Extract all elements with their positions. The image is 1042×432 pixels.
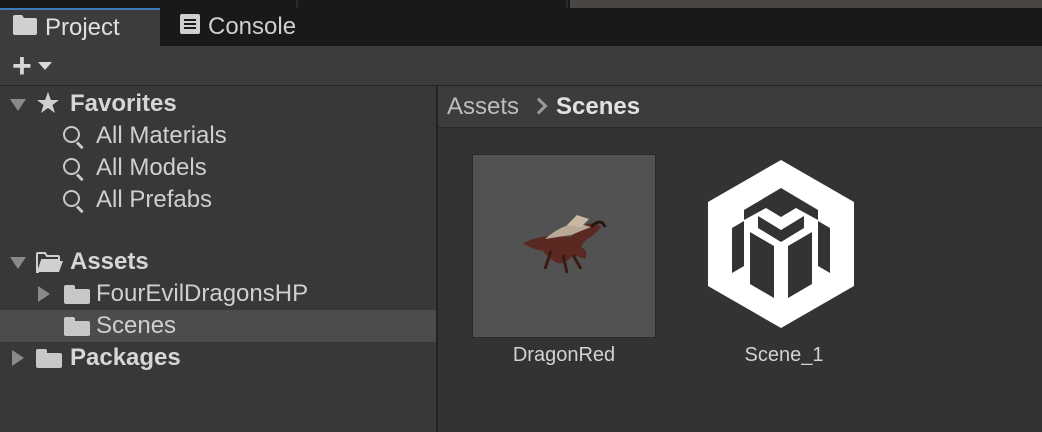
console-icon — [180, 13, 200, 41]
tree-item-foureveildragonshp[interactable]: FourEvilDragonsHP — [0, 278, 436, 310]
top-strip-separator — [566, 0, 568, 8]
create-dropdown-button[interactable]: + — [12, 47, 64, 85]
top-strip-separator — [296, 0, 298, 8]
top-strip-segment — [570, 0, 1042, 8]
asset-item-scene-1[interactable]: Scene_1 — [690, 86, 878, 386]
tree-item-all-prefabs[interactable]: All Prefabs — [0, 184, 436, 216]
asset-browser: Assets Scenes DragonRed Scene_1 — [438, 86, 1042, 432]
expand-arrow-icon[interactable] — [38, 286, 50, 302]
search-icon — [63, 190, 85, 212]
asset-name: Scene_1 — [744, 344, 824, 366]
tree-item-packages[interactable]: Packages — [0, 342, 436, 374]
project-toolbar: + — [0, 46, 1042, 86]
tree-item-label: All Prefabs — [96, 186, 213, 213]
star-icon — [36, 91, 60, 122]
tab-console[interactable]: Console — [160, 8, 330, 46]
search-icon — [63, 126, 85, 148]
tree-item-label: Packages — [70, 344, 181, 371]
dragon-thumbnail — [472, 154, 656, 338]
folder-icon — [64, 317, 90, 336]
asset-item-dragonred[interactable]: DragonRed — [438, 86, 690, 386]
tree-item-label: Favorites — [70, 90, 177, 117]
expand-arrow-icon[interactable] — [10, 99, 26, 111]
top-strip — [0, 0, 1042, 8]
tab-console-label: Console — [208, 13, 297, 40]
tab-project[interactable]: Project — [0, 8, 160, 46]
folder-icon — [13, 14, 37, 42]
tab-project-label: Project — [45, 14, 120, 41]
folder-icon — [36, 349, 62, 368]
chevron-down-icon — [37, 62, 52, 70]
unity-scene-icon — [708, 160, 854, 328]
tree-item-label: Assets — [70, 248, 149, 275]
expand-arrow-icon[interactable] — [12, 350, 24, 366]
plus-icon: + — [12, 47, 32, 85]
tree-item-all-models[interactable]: All Models — [0, 152, 436, 184]
tree-item-label: All Models — [96, 154, 207, 181]
folder-open-icon — [36, 252, 64, 280]
expand-arrow-icon[interactable] — [10, 257, 26, 269]
tree-item-scenes[interactable]: Scenes — [0, 310, 436, 342]
tree-item-label: All Materials — [96, 122, 227, 149]
asset-name: DragonRed — [512, 344, 616, 366]
folder-icon — [64, 285, 90, 304]
tree-item-label: Scenes — [96, 312, 177, 339]
tab-bar: Project Console — [0, 8, 1042, 46]
tree-item-favorites[interactable]: Favorites — [0, 88, 436, 120]
search-icon — [63, 158, 85, 180]
tree-item-label: FourEvilDragonsHP — [96, 280, 309, 307]
project-tree: Favorites All Materials All Models All P… — [0, 86, 436, 432]
tree-item-assets[interactable]: Assets — [0, 246, 436, 278]
tree-item-all-materials[interactable]: All Materials — [0, 120, 436, 152]
